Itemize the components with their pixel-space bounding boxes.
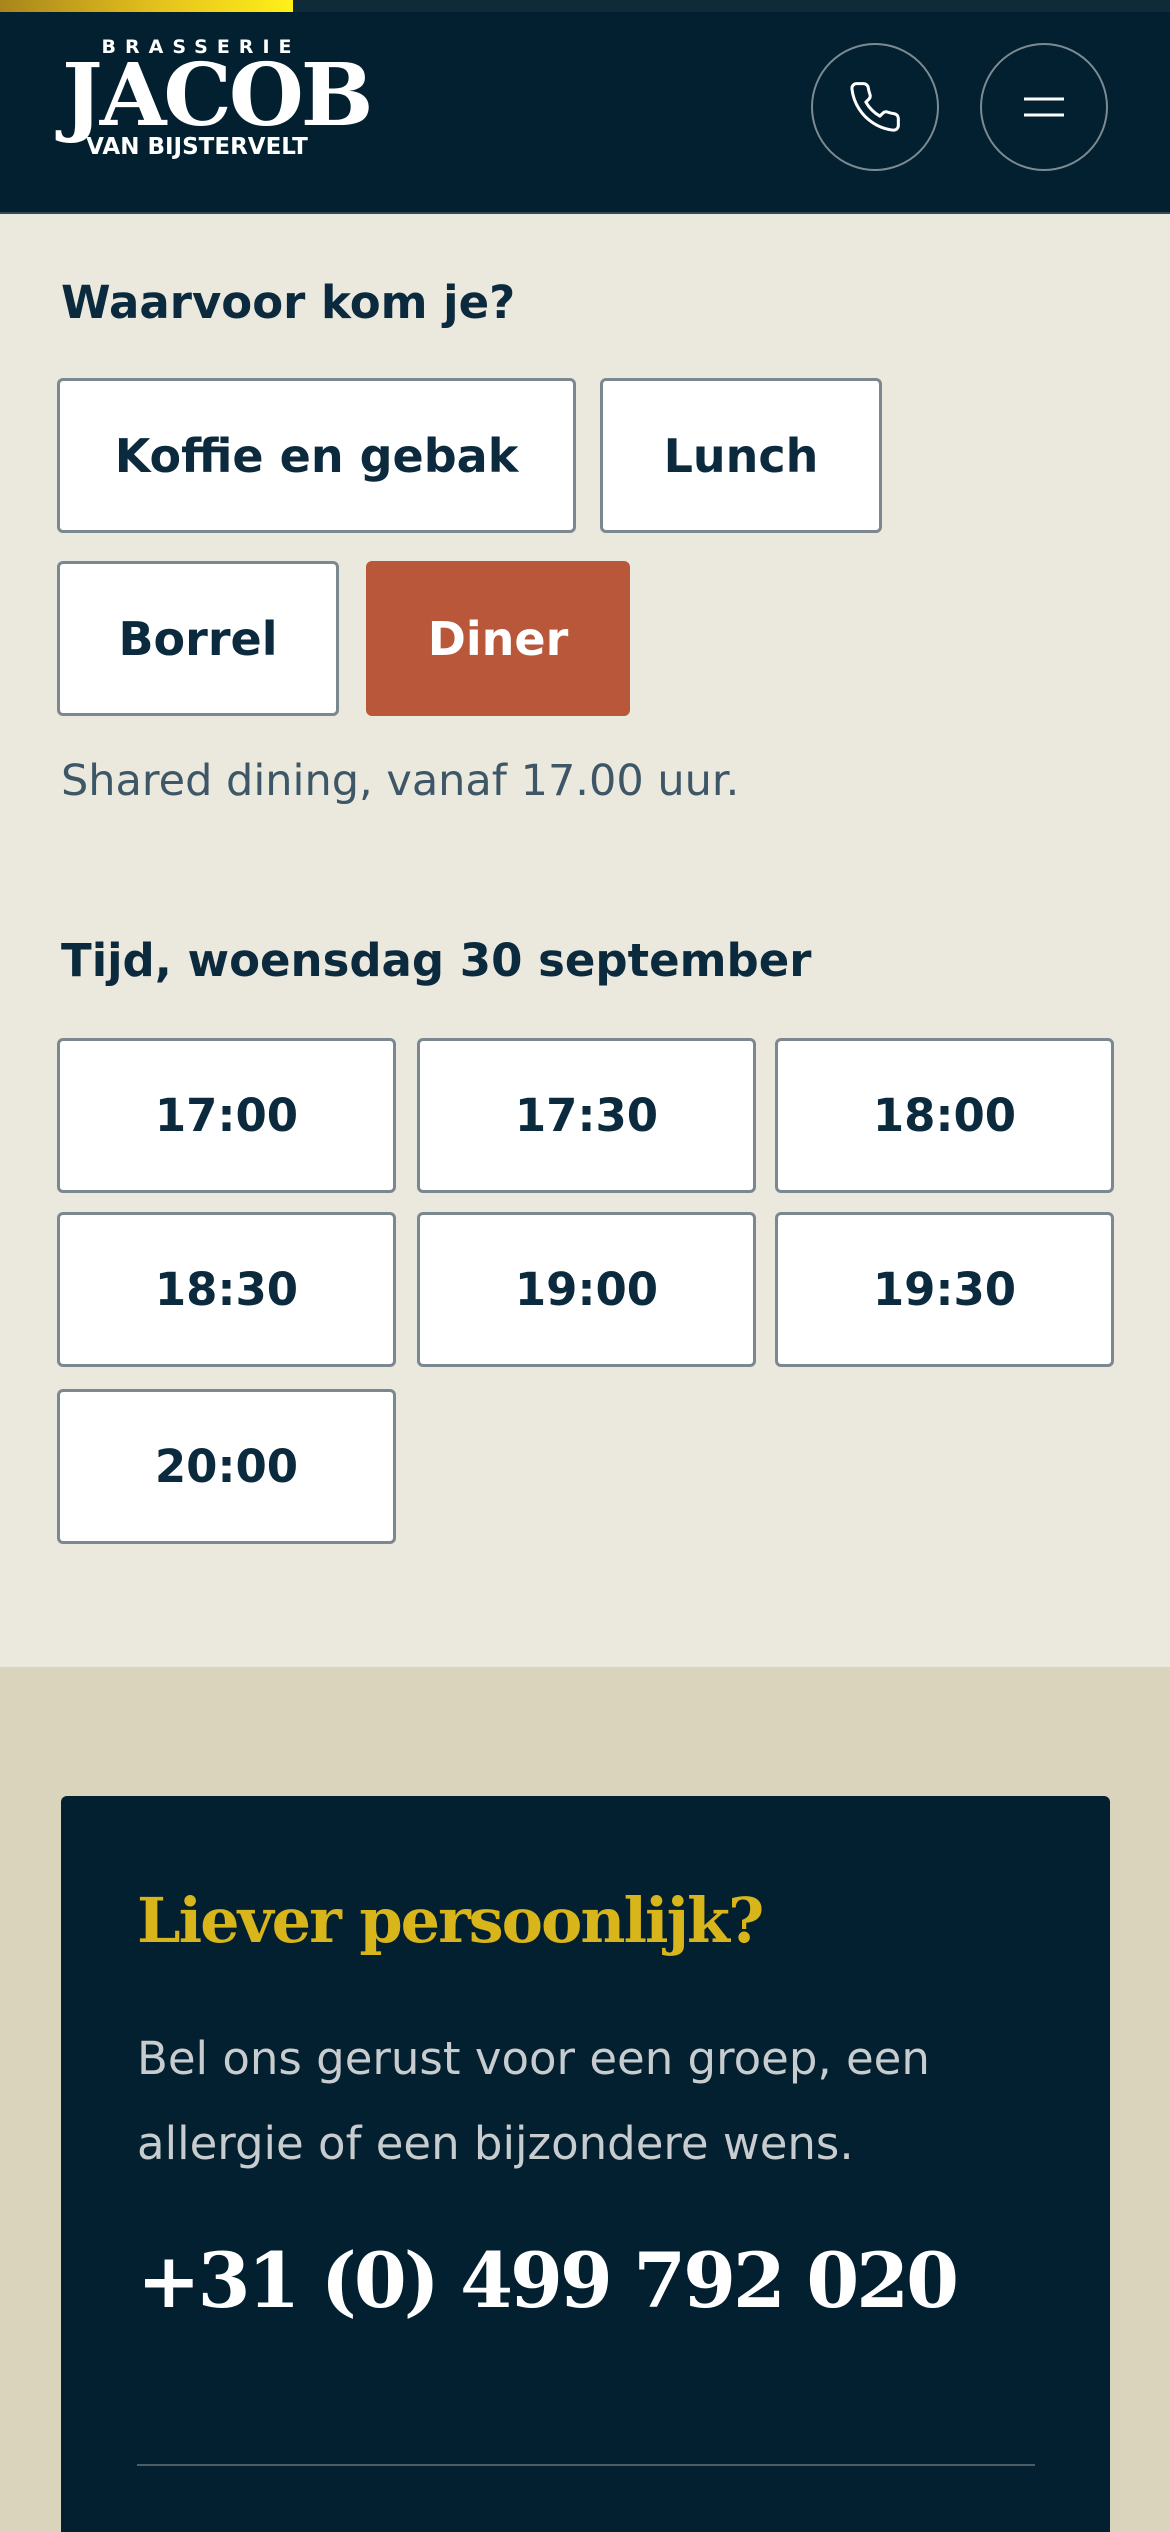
time-slot-1730[interactable]: 17:30: [417, 1038, 756, 1193]
purpose-label: Waarvoor kom je?: [61, 276, 516, 329]
site-header: BRASSERIE JACOB VAN BIJSTERVELT: [0, 0, 1170, 214]
time-slot-1700[interactable]: 17:00: [57, 1038, 396, 1193]
progress-bar: [0, 0, 1170, 12]
call-button[interactable]: [811, 43, 939, 171]
purpose-option-lunch[interactable]: Lunch: [600, 378, 882, 533]
logo-main-text: JACOB: [62, 45, 373, 146]
phone-icon: [850, 82, 900, 132]
divider: [137, 2464, 1035, 2466]
contact-card: Liever persoonlijk? Bel ons gerust voor …: [61, 1796, 1110, 2532]
hamburger-menu-icon: [1024, 97, 1064, 117]
time-slot-1930[interactable]: 19:30: [775, 1212, 1114, 1367]
purpose-option-borrel[interactable]: Borrel: [57, 561, 339, 716]
purpose-hint: Shared dining, vanaf 17.00 uur.: [61, 756, 740, 806]
logo-bottom-text: VAN BIJSTERVELT: [86, 134, 308, 160]
purpose-option-koffie-en-gebak[interactable]: Koffie en gebak: [57, 378, 576, 533]
menu-button[interactable]: [980, 43, 1108, 171]
time-slot-2000[interactable]: 20:00: [57, 1389, 396, 1544]
progress-bar-fill: [0, 0, 293, 12]
time-slot-1900[interactable]: 19:00: [417, 1212, 756, 1367]
brand-logo[interactable]: BRASSERIE JACOB VAN BIJSTERVELT: [62, 36, 373, 160]
contact-title: Liever persoonlijk?: [137, 1884, 764, 1957]
time-slot-1830[interactable]: 18:30: [57, 1212, 396, 1367]
purpose-option-diner[interactable]: Diner: [366, 561, 630, 716]
contact-text: Bel ons gerust voor een groep, een aller…: [137, 2032, 930, 2170]
time-label: Tijd, woensdag 30 september: [61, 934, 812, 987]
time-slot-1800[interactable]: 18:00: [775, 1038, 1114, 1193]
contact-phone-link[interactable]: +31 (0) 499 792 020: [137, 2236, 959, 2325]
